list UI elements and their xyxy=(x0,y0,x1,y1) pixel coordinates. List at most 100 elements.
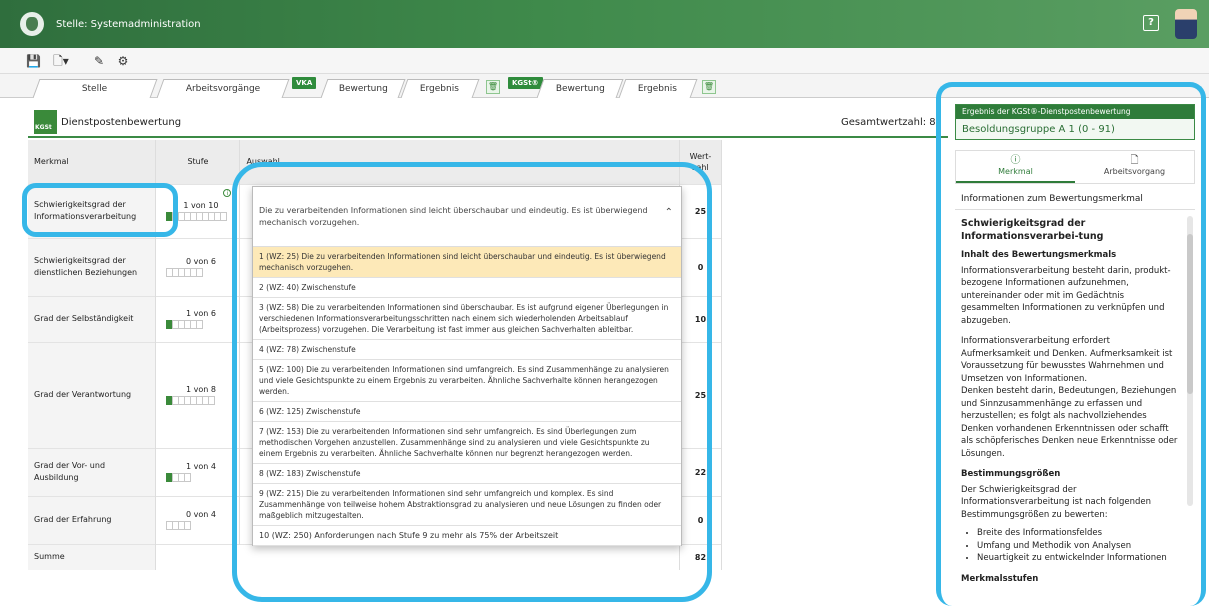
wertzahl-cell: 10 xyxy=(679,295,723,342)
level-segment[interactable] xyxy=(220,212,228,221)
level-bar[interactable] xyxy=(166,521,233,530)
col-auswahl: Auswahl xyxy=(239,140,680,184)
dropdown-selected[interactable]: Die zu verarbeitenden Informationen sind… xyxy=(253,187,681,247)
tab-arbeitsvorgang[interactable]: 🗋 Arbeitsvorgang xyxy=(1075,151,1194,183)
page-title: Stelle: Systemadministration xyxy=(56,18,201,30)
stufe-text: 0 von 4 xyxy=(185,510,216,519)
info-scrollbar[interactable] xyxy=(1187,216,1193,506)
info-paragraph: Informationsverarbeitung besteht darin, … xyxy=(961,265,1171,326)
info-paragraph: Der Schwierigkeitsgrad der Informationsv… xyxy=(961,484,1152,520)
total-score: Gesamtwertzahl: 82 xyxy=(840,117,942,128)
auswahl-dropdown[interactable]: Die zu verarbeitenden Informationen sind… xyxy=(252,186,682,546)
info-tabs: ⓘ Merkmal 🗋 Arbeitsvorgang xyxy=(955,150,1195,184)
wertzahl-cell: 22 xyxy=(679,447,723,496)
level-segment[interactable] xyxy=(208,396,216,405)
info-icon[interactable]: i xyxy=(223,188,232,197)
tab-label: Bewertung xyxy=(555,84,605,94)
info-icon: ⓘ xyxy=(1010,155,1021,166)
info-subheading: Bestimmungsgrößen xyxy=(961,469,1061,479)
tab-vka-bewertung[interactable]: Bewertung xyxy=(320,79,406,98)
info-heading: Schwierigkeitsgrad der Informationsverar… xyxy=(961,218,1104,242)
merkmal-cell: Schwierigkeitsgrad der dienstlichen Bezi… xyxy=(28,237,157,296)
evaluate-icon[interactable]: ✎ xyxy=(92,54,106,68)
level-bar[interactable] xyxy=(166,320,233,329)
tab-bar: Stelle Arbeitsvorgänge VKA Bewertung Erg… xyxy=(0,74,1209,98)
list-item: Breite des Informationsfeldes xyxy=(977,527,1181,540)
result-label: Ergebnis der KGSt®-Dienstpostenbewertung xyxy=(956,105,1194,119)
tab-label: Bewertung xyxy=(338,84,388,94)
stufe-cell: 1 von 4 xyxy=(155,447,241,496)
vka-delete-icon[interactable]: 🗑 xyxy=(486,80,500,94)
tab-merkmal[interactable]: ⓘ Merkmal xyxy=(956,151,1075,183)
wertzahl-cell: 0 xyxy=(679,237,723,296)
dropdown-option[interactable]: 7 (WZ: 153) Die zu verarbeitenden Inform… xyxy=(253,422,681,464)
pdf-export-icon[interactable]: 🗋▾ xyxy=(50,54,72,68)
save-icon[interactable]: 💾 xyxy=(26,54,41,68)
dropdown-option[interactable]: 8 (WZ: 183) Zwischenstufe xyxy=(253,464,681,484)
stufe-text: 1 von 10 xyxy=(183,201,219,210)
app-logo-icon xyxy=(20,12,44,36)
stufe-cell: i 1 von 10 xyxy=(155,183,241,238)
kgst-delete-icon[interactable]: 🗑 xyxy=(702,80,716,94)
sum-value: 82 xyxy=(679,543,723,570)
info-title: Informationen zum Bewertungsmerkmal xyxy=(955,190,1195,210)
info-paragraph: Denken besteht darin, Bedeutungen, Bezie… xyxy=(961,386,1178,459)
stufe-cell: 1 von 6 xyxy=(155,295,241,342)
tab-arbeitsvorgaenge[interactable]: Arbeitsvorgänge xyxy=(156,79,290,98)
documents-icon: 🗋 xyxy=(1130,155,1139,166)
level-bar[interactable] xyxy=(166,268,233,277)
dropdown-option[interactable]: 2 (WZ: 40) Zwischenstufe xyxy=(253,278,681,298)
wertzahl-cell: 0 xyxy=(679,495,723,544)
tab-arbeitsvorgang-label: Arbeitsvorgang xyxy=(1103,167,1166,176)
dropdown-options: 1 (WZ: 25) Die zu verarbeitenden Informa… xyxy=(253,247,681,546)
stufe-text: 1 von 8 xyxy=(185,385,216,394)
dropdown-option[interactable]: 1 (WZ: 25) Die zu verarbeitenden Informa… xyxy=(253,247,681,278)
info-subheading: Merkmalsstufen xyxy=(961,573,1039,584)
info-content: Schwierigkeitsgrad der Informationsverar… xyxy=(955,210,1187,606)
level-segment[interactable] xyxy=(196,268,204,277)
vka-badge: VKA xyxy=(292,77,317,89)
dropdown-option[interactable]: 9 (WZ: 215) Die zu verarbeitenden Inform… xyxy=(253,484,681,526)
level-segment[interactable] xyxy=(196,320,204,329)
stufe-cell: 1 von 8 xyxy=(155,341,241,448)
dropdown-option[interactable]: 10 (WZ: 250) Anforderungen nach Stufe 9 … xyxy=(253,526,681,546)
help-button[interactable]: ? xyxy=(1143,15,1159,31)
list-item: Umfang und Methodik von Analysen xyxy=(977,540,1181,553)
level-bar[interactable] xyxy=(166,212,233,221)
level-segment[interactable] xyxy=(184,521,192,530)
tab-merkmal-label: Merkmal xyxy=(998,167,1033,176)
level-bar[interactable] xyxy=(166,396,233,405)
wertzahl-cell: 25 xyxy=(679,341,723,448)
stufe-cell: 0 von 4 xyxy=(155,495,241,544)
chevron-up-icon[interactable]: ⌃ xyxy=(665,207,673,219)
selected-text: Die zu verarbeitenden Informationen sind… xyxy=(259,206,648,227)
level-segment[interactable] xyxy=(184,473,192,482)
merkmal-cell: Grad der Vor- und Ausbildung xyxy=(28,447,157,496)
tab-vka-ergebnis[interactable]: Ergebnis xyxy=(400,79,480,98)
level-bar[interactable] xyxy=(166,473,233,482)
info-paragraph: Informationsverarbeitung erfordert Aufme… xyxy=(961,336,1173,384)
merkmal-cell: Grad der Selbständigkeit xyxy=(28,295,157,342)
col-stufe: Stufe xyxy=(155,140,241,184)
dropdown-option[interactable]: 5 (WZ: 100) Die zu verarbeitenden Inform… xyxy=(253,360,681,402)
merkmal-cell: Grad der Erfahrung xyxy=(28,495,157,544)
sum-label: Summe xyxy=(28,543,157,570)
kgst-badge: KGSt® xyxy=(508,77,543,89)
info-subheading: Inhalt des Bewertungsmerkmals xyxy=(961,250,1117,260)
info-sidebar: Ergebnis der KGSt®-Dienstpostenbewertung… xyxy=(955,104,1195,606)
dropdown-option[interactable]: 6 (WZ: 125) Zwischenstufe xyxy=(253,402,681,422)
scrollbar-thumb[interactable] xyxy=(1187,234,1193,394)
tab-stelle[interactable]: Stelle xyxy=(32,79,158,98)
result-box: Ergebnis der KGSt®-Dienstpostenbewertung… xyxy=(955,104,1195,140)
dropdown-option[interactable]: 4 (WZ: 78) Zwischenstufe xyxy=(253,340,681,360)
tab-label: Arbeitsvorgänge xyxy=(185,84,261,94)
tab-kgst-bewertung[interactable]: Bewertung xyxy=(536,79,624,98)
sum-row: Summe 82 xyxy=(28,543,723,570)
stufe-text: 1 von 4 xyxy=(185,462,216,471)
dropdown-option[interactable]: 3 (WZ: 58) Die zu verarbeitenden Informa… xyxy=(253,298,681,340)
user-avatar[interactable] xyxy=(1175,9,1197,39)
user-settings-icon[interactable]: ⚙ xyxy=(116,54,130,68)
merkmal-cell: Schwierigkeitsgrad der Informationsverar… xyxy=(28,183,157,238)
merkmal-cell: Grad der Verantwortung xyxy=(28,341,157,448)
tab-kgst-ergebnis[interactable]: Ergebnis xyxy=(618,79,698,98)
